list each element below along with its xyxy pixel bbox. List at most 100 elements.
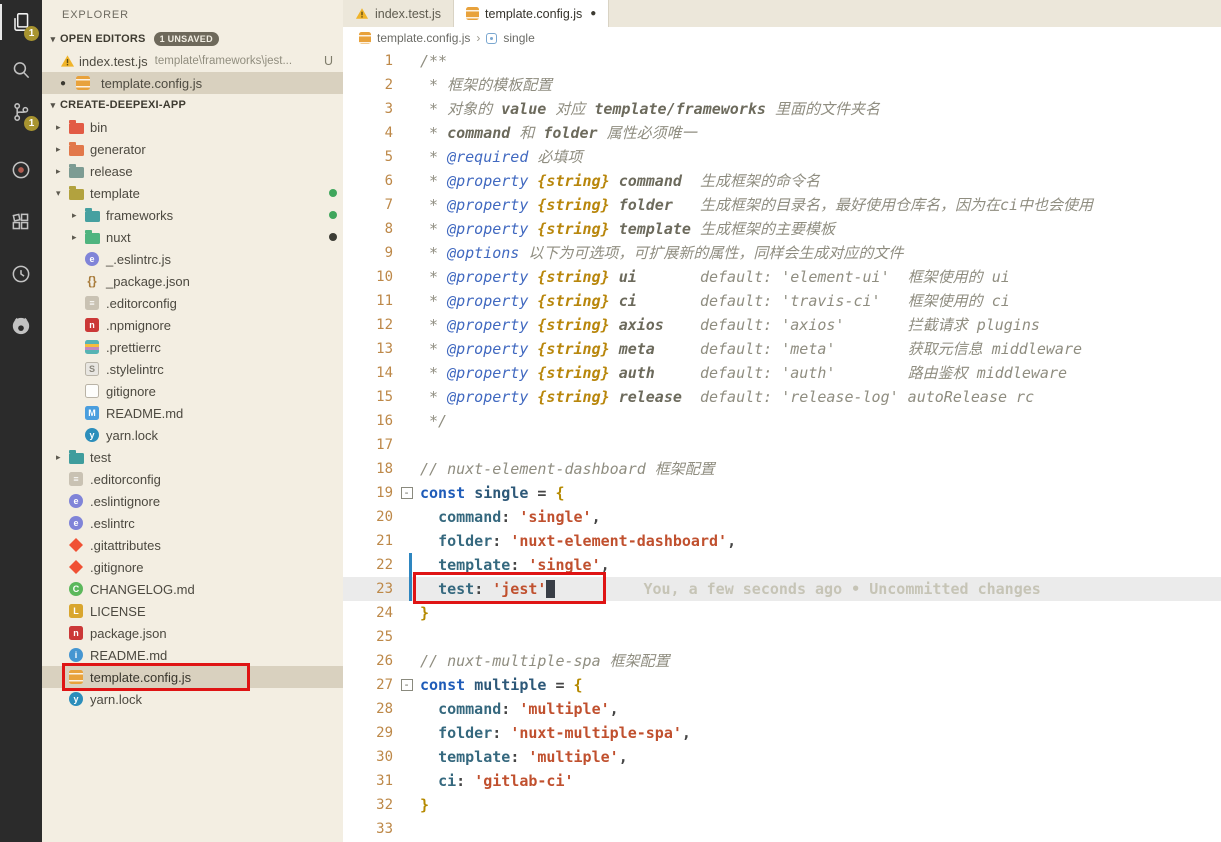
code-line-content[interactable]: * @property {string} template 生成框架的主要模板 [420,217,1221,241]
chevron-right-icon[interactable]: ▸ [56,166,69,177]
code-line-content[interactable]: ci: 'gitlab-ci' [420,769,1221,793]
gutter[interactable]: 12 [343,313,420,337]
tab-index-test-js[interactable]: index.test.js [343,0,455,27]
github-icon[interactable] [0,308,42,344]
breadcrumb-symbol[interactable]: single [503,31,534,45]
gutter[interactable]: 5 [343,145,420,169]
tree-item--editorconfig[interactable]: .editorconfig [42,468,343,490]
tree-item-license[interactable]: LICENSE [42,600,343,622]
gutter[interactable]: 30 [343,745,420,769]
gutter[interactable]: 26 [343,649,420,673]
gutter[interactable]: 6 [343,169,420,193]
code-line-content[interactable] [420,817,1221,841]
tab-template-config-js[interactable]: template.config.js ● [454,0,610,27]
gutter[interactable]: 19- [343,481,420,505]
code-line-content[interactable]: command: 'multiple', [420,697,1221,721]
code-line-content[interactable]: template: 'multiple', [420,745,1221,769]
code-line-content[interactable]: } [420,793,1221,817]
tree-item-changelog-md[interactable]: CHANGELOG.md [42,578,343,600]
tree-item-readme-md[interactable]: README.md [42,644,343,666]
tree-item--package-json[interactable]: _package.json [42,270,343,292]
code-line-content[interactable]: const single = { [420,481,1221,505]
gutter[interactable]: 13 [343,337,420,361]
gutter[interactable]: 17 [343,433,420,457]
code-line-content[interactable]: template: 'single', [420,553,1221,577]
code-line-content[interactable]: */ [420,409,1221,433]
gutter[interactable]: 22 [343,553,420,577]
gutter[interactable]: 14 [343,361,420,385]
fold-collapse-icon[interactable]: - [400,487,413,499]
gutter[interactable]: 32 [343,793,420,817]
tree-item-yarn-lock[interactable]: yarn.lock [42,424,343,446]
code-line-content[interactable]: * 框架的模板配置 [420,73,1221,97]
tree-item-release[interactable]: ▸ release [42,160,343,182]
tree-item-bin[interactable]: ▸ bin [42,116,343,138]
code-line-content[interactable]: * @property {string} ci default: 'travis… [420,289,1221,313]
project-section-header[interactable]: ▾ CREATE-DEEPEXI-APP [42,94,343,116]
gutter[interactable]: 29 [343,721,420,745]
tree-item--gitignore[interactable]: .gitignore [42,556,343,578]
gutter[interactable]: 20 [343,505,420,529]
gutter[interactable]: 31 [343,769,420,793]
chevron-right-icon[interactable]: ▸ [56,452,69,463]
gutter[interactable]: 10 [343,265,420,289]
breadcrumb-file[interactable]: template.config.js [377,31,470,45]
extension-circle-icon[interactable] [0,152,42,188]
gutter[interactable]: 7 [343,193,420,217]
code-line-content[interactable] [420,433,1221,457]
code-line-content[interactable]: const multiple = { [420,673,1221,697]
gutter[interactable]: 3 [343,97,420,121]
chevron-right-icon[interactable]: ▸ [72,232,85,243]
tree-item-yarn-lock[interactable]: yarn.lock [42,688,343,710]
gutter[interactable]: 9 [343,241,420,265]
code-line-content[interactable]: /** [420,49,1221,73]
explorer-activity-icon[interactable]: 1 [0,4,42,41]
code-line-content[interactable]: * @property {string} folder 生成框架的目录名，最好使… [420,193,1221,217]
tree-item-frameworks[interactable]: ▸ frameworks [42,204,343,226]
tree-item-nuxt[interactable]: ▸ nuxt [42,226,343,248]
tree-item-generator[interactable]: ▸ generator [42,138,343,160]
code-line-content[interactable]: test: 'jest' You, a few seconds ago • Unc… [420,577,1221,601]
tree-item--eslintignore[interactable]: .eslintignore [42,490,343,512]
tree-item-gitignore[interactable]: gitignore [42,380,343,402]
code-line-content[interactable]: command: 'single', [420,505,1221,529]
tree-item--stylelintrc[interactable]: .stylelintrc [42,358,343,380]
code-line-content[interactable]: * @property {string} meta default: 'meta… [420,337,1221,361]
code-line-content[interactable]: // nuxt-multiple-spa 框架配置 [420,649,1221,673]
code-line-content[interactable]: * command 和 folder 属性必须唯一 [420,121,1221,145]
gutter[interactable]: 24 [343,601,420,625]
gutter[interactable]: 1 [343,49,420,73]
chevron-down-icon[interactable]: ▾ [56,188,69,199]
chevron-right-icon[interactable]: ▸ [72,210,85,221]
open-editors-header[interactable]: ▾ OPEN EDITORS 1 UNSAVED [42,28,343,50]
code-line-content[interactable]: * @property {string} release default: 'r… [420,385,1221,409]
gutter[interactable]: 18 [343,457,420,481]
code-line-content[interactable]: // nuxt-element-dashboard 框架配置 [420,457,1221,481]
gutter[interactable]: 28 [343,697,420,721]
extensions-icon[interactable] [0,204,42,240]
code-line-content[interactable]: * @options 以下为可选项，可扩展新的属性，同样会生成对应的文件 [420,241,1221,265]
code-line-content[interactable]: * @property {string} axios default: 'axi… [420,313,1221,337]
tree-item--eslintrc-js[interactable]: _.eslintrc.js [42,248,343,270]
code-line-content[interactable]: } [420,601,1221,625]
code-line-content[interactable]: * @property {string} ui default: 'elemen… [420,265,1221,289]
gutter[interactable]: 4 [343,121,420,145]
code-line-content[interactable] [420,625,1221,649]
tree-item-template-config-js[interactable]: template.config.js [42,666,343,688]
gutter[interactable]: 15 [343,385,420,409]
tree-item--gitattributes[interactable]: .gitattributes [42,534,343,556]
gutter[interactable]: 25 [343,625,420,649]
code-editor[interactable]: 1/** 2 * 框架的模板配置 3 * 对象的 value 对应 template… [343,49,1221,842]
tree-item-test[interactable]: ▸ test [42,446,343,468]
open-editor-item-index-test-js[interactable]: index.test.js template\frameworks\jest..… [42,50,343,72]
code-line-content[interactable]: * @property {string} auth default: 'auth… [420,361,1221,385]
gutter[interactable]: 2 [343,73,420,97]
gutter[interactable]: 27- [343,673,420,697]
code-line-content[interactable]: * 对象的 value 对应 template/frameworks 里面的文件… [420,97,1221,121]
code-line-content[interactable]: folder: 'nuxt-multiple-spa', [420,721,1221,745]
tree-item--prettierrc[interactable]: .prettierrc [42,336,343,358]
tree-item-readme-md[interactable]: README.md [42,402,343,424]
gutter[interactable]: 16 [343,409,420,433]
source-control-icon[interactable]: 1 [0,94,42,131]
gutter[interactable]: 23 [343,577,420,601]
